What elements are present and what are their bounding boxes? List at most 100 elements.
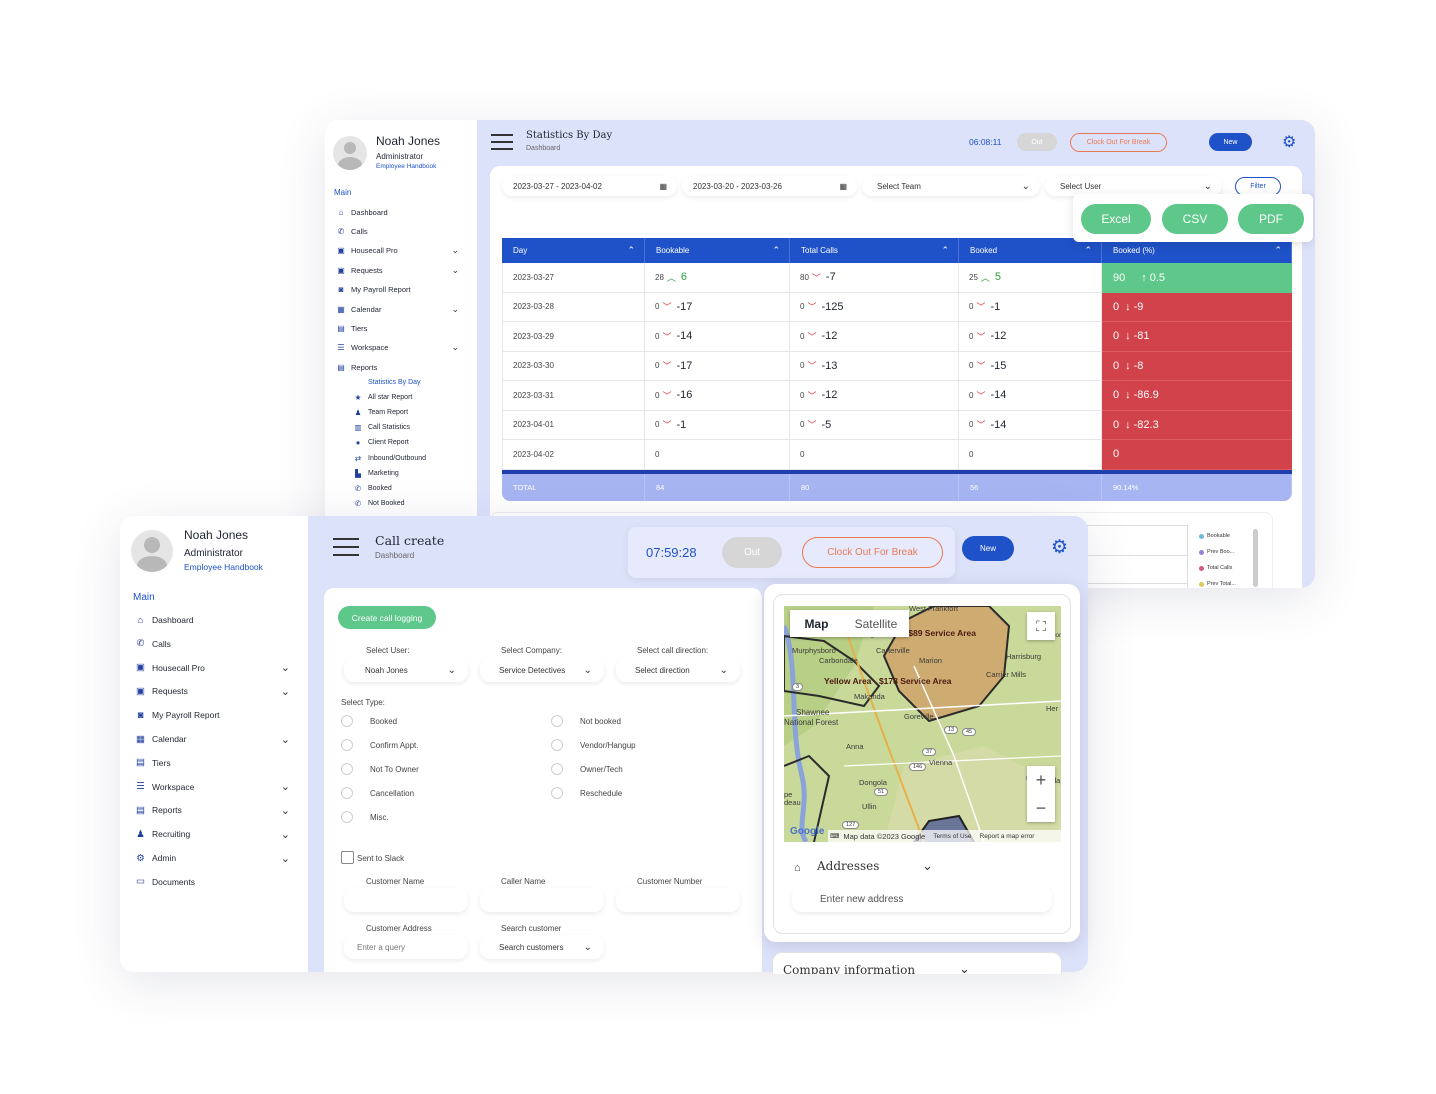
fullscreen-icon[interactable]: ⛶ xyxy=(1027,612,1055,640)
sort-icon[interactable]: ⌃ xyxy=(627,245,635,256)
gear-icon[interactable]: ⚙ xyxy=(1051,536,1068,559)
clock-out-break-button[interactable]: Clock Out For Break xyxy=(802,537,943,568)
date-range-previous[interactable]: 2023-03-20 - 2023-03-26 ▦ xyxy=(682,176,857,196)
sidebar-item[interactable]: ☰ Workspace ⌄ xyxy=(134,779,294,795)
sidebar-subitem[interactable]: ▙ Marketing xyxy=(352,467,467,479)
sidebar-item[interactable]: ▣ Requests ⌄ xyxy=(134,683,294,699)
table-header[interactable]: Bookable ⌃ xyxy=(645,238,790,263)
terms-link[interactable]: Terms of Use xyxy=(933,833,971,840)
zoom-in-button[interactable]: + xyxy=(1027,766,1055,794)
search-customer-select[interactable]: Search customers ⌄ xyxy=(480,935,604,959)
sidebar-item[interactable]: ▤ Tiers xyxy=(335,321,467,335)
select-user[interactable]: Select User ⌄ xyxy=(1045,176,1222,196)
employee-handbook-link[interactable]: Employee Handbook xyxy=(184,562,263,572)
sidebar-item-label: Tiers xyxy=(152,757,171,768)
create-call-logging-button[interactable]: Create call logging xyxy=(338,606,436,629)
legend-item[interactable]: Bookable xyxy=(1199,533,1230,539)
sidebar-item[interactable]: ♟ Recruiting ⌄ xyxy=(134,826,294,842)
type-radio[interactable] xyxy=(341,763,353,775)
map-tab[interactable]: Map xyxy=(790,610,843,637)
customer-address-input[interactable]: Enter a query xyxy=(344,935,468,959)
menu-icon[interactable] xyxy=(491,134,513,150)
type-radio[interactable] xyxy=(341,811,353,823)
csv-button[interactable]: CSV xyxy=(1162,204,1228,234)
pdf-button[interactable]: PDF xyxy=(1238,204,1304,234)
map[interactable]: West Frankfort Murphysboro Carterville Carb… xyxy=(784,606,1061,842)
type-radio[interactable] xyxy=(551,763,563,775)
select-direction[interactable]: Select direction ⌄ xyxy=(616,658,740,682)
table-header[interactable]: Total Calls ⌃ xyxy=(790,238,959,263)
sidebar-item[interactable]: ▣ Housecall Pro ⌄ xyxy=(134,660,294,676)
sidebar-subitem[interactable]: ⇄ Inbound/Outbound xyxy=(352,452,467,464)
excel-button[interactable]: Excel xyxy=(1081,204,1151,234)
sidebar-item[interactable]: ▣ Requests ⌄ xyxy=(335,263,467,277)
legend-item[interactable]: Prev Boo... xyxy=(1199,549,1234,555)
sidebar-item[interactable]: ⚙ Admin ⌄ xyxy=(134,850,294,866)
sidebar-subitem[interactable]: ✆ Booked xyxy=(352,482,467,494)
company-info-card[interactable]: Company information ⌄ xyxy=(772,952,1062,974)
new-button[interactable]: New xyxy=(1209,133,1252,151)
table-header[interactable]: Day ⌃ xyxy=(502,238,645,263)
legend-item[interactable]: Prev Total... xyxy=(1199,581,1236,587)
select-user[interactable]: Noah Jones ⌄ xyxy=(344,658,468,682)
out-button[interactable]: Out xyxy=(722,537,782,568)
sidebar-subitem[interactable]: ✆ Not Booked xyxy=(352,498,467,510)
sort-icon[interactable]: ⌃ xyxy=(1274,245,1282,256)
sort-icon[interactable]: ⌃ xyxy=(941,245,949,256)
sort-icon[interactable]: ⌃ xyxy=(1084,245,1092,256)
sidebar-item[interactable]: ✆ Calls xyxy=(335,224,467,238)
caller-name-input[interactable] xyxy=(480,888,604,912)
sidebar-item[interactable]: ▤ Tiers xyxy=(134,755,294,771)
select-team[interactable]: Select Team ⌄ xyxy=(862,176,1040,196)
home-icon: ⌂ xyxy=(338,207,344,217)
type-radio[interactable] xyxy=(551,787,563,799)
sidebar-item[interactable]: ▤ Reports xyxy=(335,360,467,374)
sidebar-item[interactable]: ⌂ Dashboard xyxy=(335,205,467,219)
sidebar-item[interactable]: ◙ My Payroll Report xyxy=(335,283,467,297)
type-radio[interactable] xyxy=(551,715,563,727)
menu-icon[interactable] xyxy=(333,538,359,556)
legend-scrollbar[interactable] xyxy=(1253,529,1258,587)
customer-number-input[interactable] xyxy=(616,888,740,912)
out-button[interactable]: Out xyxy=(1017,133,1057,151)
type-radio[interactable] xyxy=(341,715,353,727)
type-radio[interactable] xyxy=(341,739,353,751)
sidebar-subitem[interactable]: ● Client Report xyxy=(352,437,467,449)
legend-item[interactable]: Total Calls xyxy=(1199,565,1232,571)
sidebar-subitem[interactable]: ♟ Team Report xyxy=(352,406,467,418)
sidebar-item[interactable]: ▤ Reports ⌄ xyxy=(134,802,294,818)
employee-handbook-link[interactable]: Employee Handbook xyxy=(376,163,436,170)
zoom-out-button[interactable]: − xyxy=(1027,794,1055,822)
sort-icon[interactable]: ⌃ xyxy=(772,245,780,256)
chevron-down-icon: ⌄ xyxy=(280,828,290,841)
sidebar-subitem-label: Client Report xyxy=(368,439,409,447)
gear-icon[interactable]: ⚙ xyxy=(1282,132,1296,152)
clock-out-break-button[interactable]: Clock Out For Break xyxy=(1070,133,1167,152)
report-error-link[interactable]: Report a map error xyxy=(980,833,1035,840)
new-button[interactable]: New xyxy=(962,536,1014,561)
customer-name-input[interactable] xyxy=(344,888,468,912)
sidebar-item[interactable]: ◙ My Payroll Report xyxy=(134,707,294,723)
sidebar-subitem[interactable]: ★ All star Report xyxy=(352,391,467,403)
sidebar-item[interactable]: ☰ Workspace ⌄ xyxy=(335,341,467,355)
select-company[interactable]: Service Detectives ⌄ xyxy=(480,658,604,682)
slack-checkbox[interactable] xyxy=(341,851,354,864)
sidebar-item[interactable]: ▭ Documents xyxy=(134,874,294,890)
sidebar-item[interactable]: ▦ Calendar ⌄ xyxy=(335,302,467,316)
new-address-input[interactable]: Enter new address xyxy=(792,886,1052,912)
sidebar-item[interactable]: ▣ Housecall Pro ⌄ xyxy=(335,244,467,258)
user-name: Noah Jones xyxy=(184,528,249,542)
type-radio[interactable] xyxy=(341,787,353,799)
avatar[interactable] xyxy=(131,530,173,572)
sidebar-item[interactable]: ✆ Calls xyxy=(134,636,294,652)
sidebar-item[interactable]: ▦ Calendar ⌄ xyxy=(134,731,294,747)
chevron-down-icon[interactable]: ⌄ xyxy=(922,858,933,874)
sidebar-subitem[interactable]: Statistics By Day xyxy=(352,376,467,388)
sidebar-item[interactable]: ⌂ Dashboard xyxy=(134,612,294,628)
date-range-current[interactable]: 2023-03-27 - 2023-04-02 ▦ xyxy=(502,176,677,196)
addresses-title[interactable]: Addresses xyxy=(817,859,879,873)
satellite-tab[interactable]: Satellite xyxy=(843,610,909,637)
sidebar-subitem[interactable]: ▥ Call Statistics xyxy=(352,422,467,434)
avatar[interactable] xyxy=(333,136,367,170)
type-radio[interactable] xyxy=(551,739,563,751)
